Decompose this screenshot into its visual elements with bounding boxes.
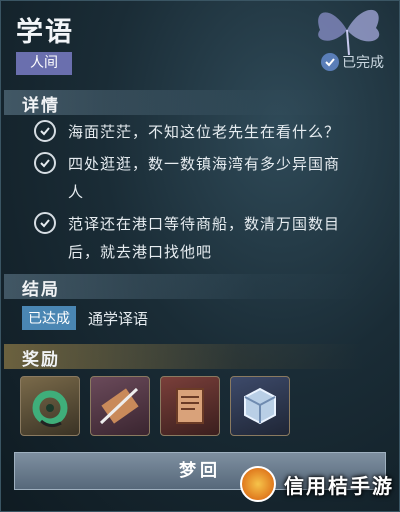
watermark-logo-icon [240, 466, 276, 502]
achieved-badge: 已达成 [22, 306, 76, 330]
details-section-header: 详情 [0, 90, 400, 116]
jade-pendant-icon [32, 390, 68, 428]
weapon-scroll-icon [99, 387, 139, 425]
category-tag: 人间 [16, 52, 72, 75]
check-circle-icon [321, 53, 339, 71]
quest-title: 学语 [16, 17, 74, 48]
rewards-section-header: 奖励 [0, 344, 400, 370]
rewards-list [20, 376, 290, 436]
reward-item[interactable] [20, 376, 80, 436]
butterfly-icon [318, 9, 380, 56]
check-icon [34, 120, 56, 142]
task-item: 四处逛逛，数一数镇海湾有多少异国商人 [34, 150, 384, 206]
ending-row: 已达成 通学译语 [22, 306, 148, 330]
watermark: 信用桔手游 [240, 466, 394, 502]
rewards-label: 奖励 [22, 350, 60, 370]
completed-status: 已完成 [321, 52, 384, 72]
task-item: 范译还在港口等待商船，数清万国数目 后，就去港口找他吧 [34, 210, 384, 266]
crystal-cube-icon [244, 387, 276, 425]
reward-item[interactable] [90, 376, 150, 436]
reward-item[interactable] [230, 376, 290, 436]
task-item: 海面茫茫，不知这位老先生在看什么？ [34, 118, 384, 146]
check-icon [34, 212, 56, 234]
task-text: 海面茫茫，不知这位老先生在看什么？ [68, 123, 341, 141]
task-text: 四处逛逛，数一数镇海湾有多少异国商人 [68, 155, 341, 201]
check-icon [34, 152, 56, 174]
details-label: 详情 [22, 96, 60, 116]
watermark-text: 信用桔手游 [284, 473, 394, 498]
ending-section-header: 结局 [0, 274, 400, 300]
ending-label: 结局 [22, 280, 60, 300]
status-label: 已完成 [342, 55, 384, 71]
book-icon [176, 388, 204, 424]
task-text: 范译还在港口等待商船，数清万国数目 后，就去港口找他吧 [68, 215, 341, 261]
reward-item[interactable] [160, 376, 220, 436]
ending-text: 通学译语 [88, 309, 149, 328]
